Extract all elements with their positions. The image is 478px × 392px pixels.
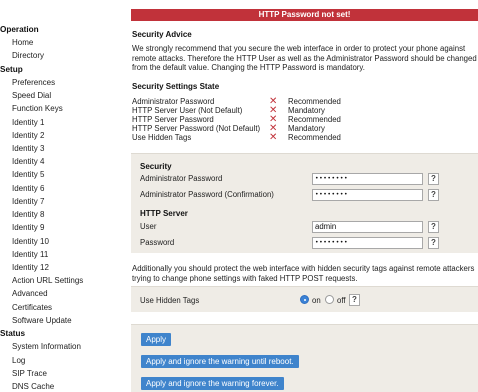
hidden-tags-on-label: on (312, 296, 321, 305)
sidebar-item-function-keys[interactable]: Function Keys (12, 104, 63, 113)
sidebar-item-sip-trace[interactable]: SIP Trace (12, 369, 47, 378)
hidden-tags-help-icon[interactable]: ? (349, 294, 360, 306)
hidden-tags-label: Use Hidden Tags (140, 296, 200, 305)
http-user-input[interactable]: admin (312, 221, 423, 233)
sidebar-item-speed-dial[interactable]: Speed Dial (12, 91, 51, 100)
sidebar-item-identity-4[interactable]: Identity 4 (12, 157, 44, 166)
sidebar-item-certificates[interactable]: Certificates (12, 303, 52, 312)
main-content: HTTP Password not set! Security Advice W… (131, 0, 478, 392)
admin-password-input[interactable]: •••••••• (312, 173, 423, 185)
state-row-label: HTTP Server Password (Not Default) (132, 124, 261, 133)
security-advice-text: We strongly recommend that you secure th… (132, 44, 477, 73)
sidebar-item-identity-11[interactable]: Identity 11 (12, 250, 48, 259)
sidebar-item-identity-1[interactable]: Identity 1 (12, 118, 44, 127)
http-user-label: User (140, 222, 157, 231)
state-row-status: Recommended (288, 97, 341, 106)
state-row-label: HTTP Server User (Not Default) (132, 106, 243, 115)
sidebar-item-identity-10[interactable]: Identity 10 (12, 237, 49, 246)
http-password-input[interactable]: •••••••• (312, 237, 423, 249)
security-panel-title: Security (140, 162, 172, 171)
hidden-tags-off-radio[interactable] (325, 295, 334, 304)
sidebar-item-identity-3[interactable]: Identity 3 (12, 144, 44, 153)
sidebar-item-identity-7[interactable]: Identity 7 (12, 197, 44, 206)
state-row-status: Mandatory (288, 124, 325, 133)
sidebar-item-identity-12[interactable]: Identity 12 (12, 263, 49, 272)
state-row-status: Recommended (288, 133, 341, 142)
sidebar-item-identity-6[interactable]: Identity 6 (12, 184, 44, 193)
sidebar-item-advanced[interactable]: Advanced (12, 289, 48, 298)
sidebar-item-identity-8[interactable]: Identity 8 (12, 210, 44, 219)
http-server-title: HTTP Server (140, 209, 188, 218)
admin-password-confirm-label: Administrator Password (Confirmation) (140, 190, 274, 199)
admin-password-confirm-help-icon[interactable]: ? (428, 189, 439, 201)
hidden-tags-text: Additionally you should protect the web … (132, 264, 475, 283)
sidebar-item-directory[interactable]: Directory (12, 51, 44, 60)
state-row-label: HTTP Server Password (132, 115, 214, 124)
hidden-tags-on-radio[interactable] (300, 295, 309, 304)
http-password-label: Password (140, 238, 175, 247)
apply-panel: Apply Apply and ignore the warning until… (131, 324, 478, 392)
http-password-help-icon[interactable]: ? (428, 237, 439, 249)
sidebar-item-identity-2[interactable]: Identity 2 (12, 131, 44, 140)
sidebar-item-dns-cache[interactable]: DNS Cache (12, 382, 54, 391)
admin-password-label: Administrator Password (140, 174, 223, 183)
apply-ignore-reboot-button[interactable]: Apply and ignore the warning until reboo… (141, 355, 299, 368)
sidebar-item-identity-5[interactable]: Identity 5 (12, 170, 44, 179)
sidebar-section-operation: Operation (0, 25, 39, 34)
apply-ignore-forever-button[interactable]: Apply and ignore the warning forever. (141, 377, 284, 390)
sidebar-item-action-url-settings[interactable]: Action URL Settings (12, 276, 83, 285)
state-row-label: Administrator Password (132, 97, 215, 106)
hidden-tags-off-label: off (337, 296, 346, 305)
sidebar-item-software-update[interactable]: Software Update (12, 316, 72, 325)
state-row-status: Mandatory (288, 106, 325, 115)
sidebar-item-system-information[interactable]: System Information (12, 342, 81, 351)
sidebar-section-setup: Setup (0, 64, 23, 74)
sidebar-section-status: Status (0, 329, 26, 339)
security-panel: Security Administrator Password ••••••••… (131, 153, 478, 253)
hidden-tags-panel: Use Hidden Tags on off ? (131, 286, 478, 312)
sidebar-item-home[interactable]: Home (12, 38, 33, 47)
fail-x-icon: ✕ (269, 132, 278, 143)
http-user-help-icon[interactable]: ? (428, 221, 439, 233)
apply-button[interactable]: Apply (141, 333, 172, 346)
sidebar-item-identity-9[interactable]: Identity 9 (12, 223, 44, 232)
admin-password-confirm-input[interactable]: •••••••• (312, 189, 423, 201)
admin-password-help-icon[interactable]: ? (428, 173, 439, 185)
sidebar-item-preferences[interactable]: Preferences (12, 78, 55, 87)
state-row-label: Use Hidden Tags (132, 133, 192, 142)
state-row-status: Recommended (288, 115, 341, 124)
warning-banner: HTTP Password not set! (131, 9, 478, 21)
sidebar-item-log[interactable]: Log (12, 356, 25, 365)
security-advice-title: Security Advice (132, 30, 192, 39)
security-state-title: Security Settings State (132, 82, 220, 91)
sidebar-nav: Operation Home Directory Setup Preferences Sp… (0, 0, 126, 392)
